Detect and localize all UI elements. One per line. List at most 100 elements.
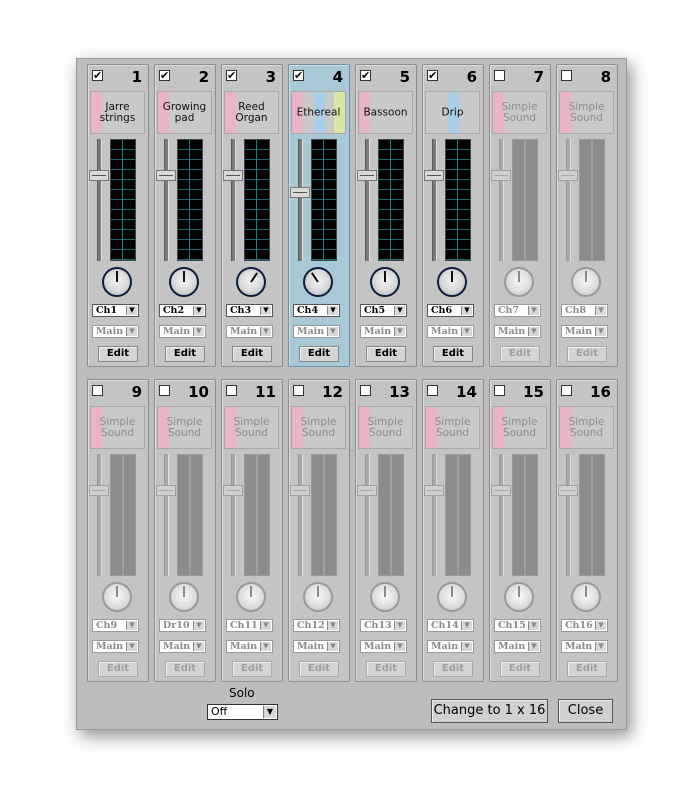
volume-fader[interactable] bbox=[156, 454, 176, 576]
solo-select[interactable]: Off ▼ bbox=[207, 704, 278, 720]
sound-name-box[interactable]: Simple Sound bbox=[492, 91, 547, 134]
volume-fader[interactable] bbox=[223, 454, 243, 576]
channel-select[interactable]: Ch7 ▼ bbox=[494, 304, 541, 317]
fader-handle[interactable] bbox=[491, 170, 511, 181]
volume-fader[interactable] bbox=[290, 139, 310, 261]
mixer-strip[interactable]: 16 Simple Sound Ch16 ▼ Main ▼ Edit bbox=[556, 379, 618, 682]
channel-select[interactable]: Ch3 ▼ bbox=[226, 304, 273, 317]
volume-fader[interactable] bbox=[357, 139, 377, 261]
volume-fader[interactable] bbox=[424, 454, 444, 576]
strip-enable-checkbox[interactable]: ✔ bbox=[360, 70, 371, 81]
mixer-strip[interactable]: 8 Simple Sound Ch8 ▼ Main ▼ Edit bbox=[556, 64, 618, 367]
mixer-strip[interactable]: ✔ 1 Jarre strings Ch1 ▼ Main ▼ Edit bbox=[87, 64, 149, 367]
edit-button[interactable]: Edit bbox=[366, 346, 406, 362]
pan-knob[interactable] bbox=[571, 582, 601, 612]
pan-knob[interactable] bbox=[169, 582, 199, 612]
volume-fader[interactable] bbox=[89, 454, 109, 576]
output-select[interactable]: Main ▼ bbox=[561, 325, 608, 338]
edit-button[interactable]: Edit bbox=[567, 661, 607, 677]
edit-button[interactable]: Edit bbox=[165, 346, 205, 362]
strip-enable-checkbox[interactable] bbox=[360, 385, 371, 396]
volume-fader[interactable] bbox=[491, 454, 511, 576]
strip-enable-checkbox[interactable] bbox=[226, 385, 237, 396]
edit-button[interactable]: Edit bbox=[299, 661, 339, 677]
fader-handle[interactable] bbox=[89, 170, 109, 181]
channel-select[interactable]: Ch13 ▼ bbox=[360, 619, 407, 632]
output-select[interactable]: Main ▼ bbox=[92, 325, 139, 338]
pan-knob[interactable] bbox=[169, 267, 199, 297]
pan-knob[interactable] bbox=[102, 267, 132, 297]
output-select[interactable]: Main ▼ bbox=[427, 640, 474, 653]
channel-select[interactable]: Ch1 ▼ bbox=[92, 304, 139, 317]
strip-enable-checkbox[interactable] bbox=[293, 385, 304, 396]
sound-name-box[interactable]: Simple Sound bbox=[358, 406, 413, 449]
fader-handle[interactable] bbox=[558, 485, 578, 496]
channel-select[interactable]: Ch6 ▼ bbox=[427, 304, 474, 317]
mixer-strip[interactable]: ✔ 6 Drip Ch6 ▼ Main ▼ Edit bbox=[422, 64, 484, 367]
output-select[interactable]: Main ▼ bbox=[92, 640, 139, 653]
volume-fader[interactable] bbox=[491, 139, 511, 261]
channel-select[interactable]: Ch15 ▼ bbox=[494, 619, 541, 632]
strip-enable-checkbox[interactable]: ✔ bbox=[159, 70, 170, 81]
fader-handle[interactable] bbox=[290, 187, 310, 198]
strip-enable-checkbox[interactable] bbox=[494, 70, 505, 81]
mixer-strip[interactable]: 13 Simple Sound Ch13 ▼ Main ▼ Edit bbox=[355, 379, 417, 682]
fader-handle[interactable] bbox=[156, 170, 176, 181]
fader-handle[interactable] bbox=[424, 170, 444, 181]
sound-name-box[interactable]: Ethereal bbox=[291, 91, 346, 134]
output-select[interactable]: Main ▼ bbox=[226, 325, 273, 338]
mixer-strip[interactable]: 10 Simple Sound Dr10 ▼ Main ▼ Edit bbox=[154, 379, 216, 682]
fader-handle[interactable] bbox=[357, 170, 377, 181]
channel-select[interactable]: Ch2 ▼ bbox=[159, 304, 206, 317]
pan-knob[interactable] bbox=[236, 582, 266, 612]
output-select[interactable]: Main ▼ bbox=[293, 640, 340, 653]
channel-select[interactable]: Ch12 ▼ bbox=[293, 619, 340, 632]
output-select[interactable]: Main ▼ bbox=[360, 325, 407, 338]
volume-fader[interactable] bbox=[357, 454, 377, 576]
sound-name-box[interactable]: Growing pad bbox=[157, 91, 212, 134]
sound-name-box[interactable]: Simple Sound bbox=[224, 406, 279, 449]
strip-enable-checkbox[interactable] bbox=[92, 385, 103, 396]
fader-handle[interactable] bbox=[89, 485, 109, 496]
fader-handle[interactable] bbox=[290, 485, 310, 496]
fader-handle[interactable] bbox=[223, 485, 243, 496]
mixer-strip[interactable]: 14 Simple Sound Ch14 ▼ Main ▼ Edit bbox=[422, 379, 484, 682]
fader-handle[interactable] bbox=[491, 485, 511, 496]
pan-knob[interactable] bbox=[370, 582, 400, 612]
output-select[interactable]: Main ▼ bbox=[494, 325, 541, 338]
edit-button[interactable]: Edit bbox=[500, 346, 540, 362]
mixer-strip[interactable]: 11 Simple Sound Ch11 ▼ Main ▼ Edit bbox=[221, 379, 283, 682]
sound-name-box[interactable]: Simple Sound bbox=[425, 406, 480, 449]
output-select[interactable]: Main ▼ bbox=[159, 325, 206, 338]
sound-name-box[interactable]: Simple Sound bbox=[157, 406, 212, 449]
edit-button[interactable]: Edit bbox=[165, 661, 205, 677]
channel-select[interactable]: Ch8 ▼ bbox=[561, 304, 608, 317]
channel-select[interactable]: Ch14 ▼ bbox=[427, 619, 474, 632]
channel-select[interactable]: Ch11 ▼ bbox=[226, 619, 273, 632]
change-layout-button[interactable]: Change to 1 x 16 bbox=[431, 699, 548, 723]
volume-fader[interactable] bbox=[290, 454, 310, 576]
pan-knob[interactable] bbox=[236, 267, 266, 297]
pan-knob[interactable] bbox=[571, 267, 601, 297]
strip-enable-checkbox[interactable]: ✔ bbox=[427, 70, 438, 81]
strip-enable-checkbox[interactable] bbox=[561, 70, 572, 81]
mixer-strip[interactable]: 7 Simple Sound Ch7 ▼ Main ▼ Edit bbox=[489, 64, 551, 367]
output-select[interactable]: Main ▼ bbox=[159, 640, 206, 653]
sound-name-box[interactable]: Reed Organ bbox=[224, 91, 279, 134]
edit-button[interactable]: Edit bbox=[433, 661, 473, 677]
pan-knob[interactable] bbox=[504, 582, 534, 612]
strip-enable-checkbox[interactable] bbox=[561, 385, 572, 396]
pan-knob[interactable] bbox=[102, 582, 132, 612]
output-select[interactable]: Main ▼ bbox=[561, 640, 608, 653]
fader-handle[interactable] bbox=[357, 485, 377, 496]
sound-name-box[interactable]: Simple Sound bbox=[559, 91, 614, 134]
edit-button[interactable]: Edit bbox=[433, 346, 473, 362]
edit-button[interactable]: Edit bbox=[232, 346, 272, 362]
pan-knob[interactable] bbox=[370, 267, 400, 297]
volume-fader[interactable] bbox=[223, 139, 243, 261]
output-select[interactable]: Main ▼ bbox=[427, 325, 474, 338]
strip-enable-checkbox[interactable]: ✔ bbox=[226, 70, 237, 81]
output-select[interactable]: Main ▼ bbox=[360, 640, 407, 653]
sound-name-box[interactable]: Drip bbox=[425, 91, 480, 134]
mixer-strip[interactable]: 12 Simple Sound Ch12 ▼ Main ▼ Edit bbox=[288, 379, 350, 682]
